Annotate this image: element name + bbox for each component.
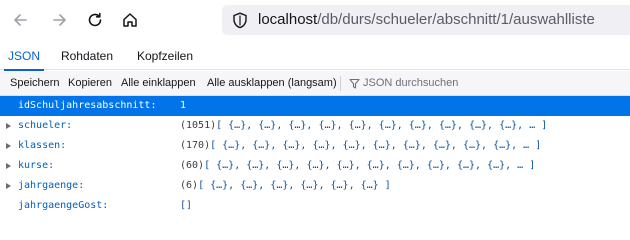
forward-button[interactable] bbox=[46, 6, 74, 34]
json-count: (60) bbox=[180, 160, 205, 171]
json-key: kurse: bbox=[18, 160, 55, 171]
json-filter-input[interactable]: JSON durchsuchen bbox=[349, 71, 458, 96]
tab-kopfzeilen[interactable]: Kopfzeilen bbox=[130, 42, 200, 70]
url-text: localhost/db/durs/schueler/abschnitt/1/a… bbox=[258, 11, 595, 28]
json-value: (1051)[ {…}, {…}, {…}, {…}, {…}, {…}, {…… bbox=[180, 116, 547, 136]
toolbar-divider bbox=[340, 76, 341, 91]
reload-icon bbox=[86, 11, 104, 29]
json-count: (1051) bbox=[180, 120, 217, 131]
collapse-all-button[interactable]: Alle einklappen bbox=[121, 71, 196, 96]
back-button[interactable] bbox=[6, 6, 34, 34]
json-count: (6) bbox=[180, 180, 199, 191]
home-icon bbox=[121, 11, 139, 29]
json-key: idSchuljahresabschnitt: bbox=[18, 100, 157, 111]
expand-all-button[interactable]: Alle ausklappen (langsam) bbox=[207, 71, 337, 96]
json-value-text: [] bbox=[180, 200, 193, 211]
json-row-schueler[interactable]: schueler: (1051)[ {…}, {…}, {…}, {…}, {…… bbox=[0, 116, 630, 136]
json-value: [] bbox=[180, 196, 192, 216]
json-value-text: [ {…}, {…}, {…}, {…}, {…}, {…} ] bbox=[198, 180, 391, 191]
expand-triangle-icon[interactable] bbox=[6, 123, 11, 129]
json-value: 1 bbox=[180, 96, 186, 116]
json-value-text: [ {…}, {…}, {…}, {…}, {…}, {…}, {…}, {…}… bbox=[210, 140, 542, 151]
json-row-kurse[interactable]: kurse: (60)[ {…}, {…}, {…}, {…}, {…}, {…… bbox=[0, 156, 630, 176]
json-value-text: [ {…}, {…}, {…}, {…}, {…}, {…}, {…}, {…}… bbox=[204, 160, 536, 171]
json-row-klassen[interactable]: klassen: (170)[ {…}, {…}, {…}, {…}, {…},… bbox=[0, 136, 630, 156]
save-button[interactable]: Speichern bbox=[10, 71, 60, 96]
json-filter-placeholder: JSON durchsuchen bbox=[363, 77, 459, 89]
url-host: localhost bbox=[258, 11, 318, 28]
json-key: klassen: bbox=[18, 140, 67, 151]
json-key: jahrgaenge: bbox=[18, 180, 85, 191]
filter-icon bbox=[349, 78, 360, 89]
json-value-text: [ {…}, {…}, {…}, {…}, {…}, {…}, {…}, {…}… bbox=[216, 120, 548, 131]
json-row-jahrgaenge[interactable]: jahrgaenge: (6)[ {…}, {…}, {…}, {…}, {…}… bbox=[0, 176, 630, 196]
json-count: (170) bbox=[180, 140, 211, 151]
url-path: /db/durs/schueler/abschnitt/1/auswahllis… bbox=[317, 11, 595, 28]
json-toolbar: Speichern Kopieren Alle einklappen Alle … bbox=[0, 71, 630, 96]
address-bar[interactable]: localhost/db/durs/schueler/abschnitt/1/a… bbox=[222, 5, 630, 35]
json-key: schueler: bbox=[18, 120, 73, 131]
tab-json[interactable]: JSON bbox=[4, 42, 44, 71]
json-row-idschuljahresabschnitt[interactable]: idSchuljahresabschnitt: 1 bbox=[0, 96, 630, 116]
json-key: jahrgaengeGost: bbox=[18, 200, 109, 211]
browser-navbar: localhost/db/durs/schueler/abschnitt/1/a… bbox=[0, 0, 630, 40]
home-button[interactable] bbox=[116, 6, 144, 34]
json-value-text: 1 bbox=[180, 100, 187, 111]
reload-button[interactable] bbox=[81, 6, 109, 34]
copy-button[interactable]: Kopieren bbox=[68, 71, 112, 96]
json-row-jahrgaengegost[interactable]: jahrgaengeGost: [] bbox=[0, 196, 630, 216]
forward-arrow-icon bbox=[51, 11, 69, 29]
tab-rohdaten[interactable]: Rohdaten bbox=[55, 42, 119, 70]
back-arrow-icon bbox=[11, 11, 29, 29]
expand-triangle-icon[interactable] bbox=[6, 143, 11, 149]
json-value: (6)[ {…}, {…}, {…}, {…}, {…}, {…} ] bbox=[180, 176, 391, 196]
shield-icon[interactable] bbox=[232, 12, 248, 34]
json-value: (60)[ {…}, {…}, {…}, {…}, {…}, {…}, {…},… bbox=[180, 156, 535, 176]
viewer-tabs: JSON Rohdaten Kopfzeilen bbox=[0, 42, 630, 71]
expand-triangle-icon[interactable] bbox=[6, 183, 11, 189]
json-value: (170)[ {…}, {…}, {…}, {…}, {…}, {…}, {…}… bbox=[180, 136, 541, 156]
expand-triangle-icon[interactable] bbox=[6, 163, 11, 169]
